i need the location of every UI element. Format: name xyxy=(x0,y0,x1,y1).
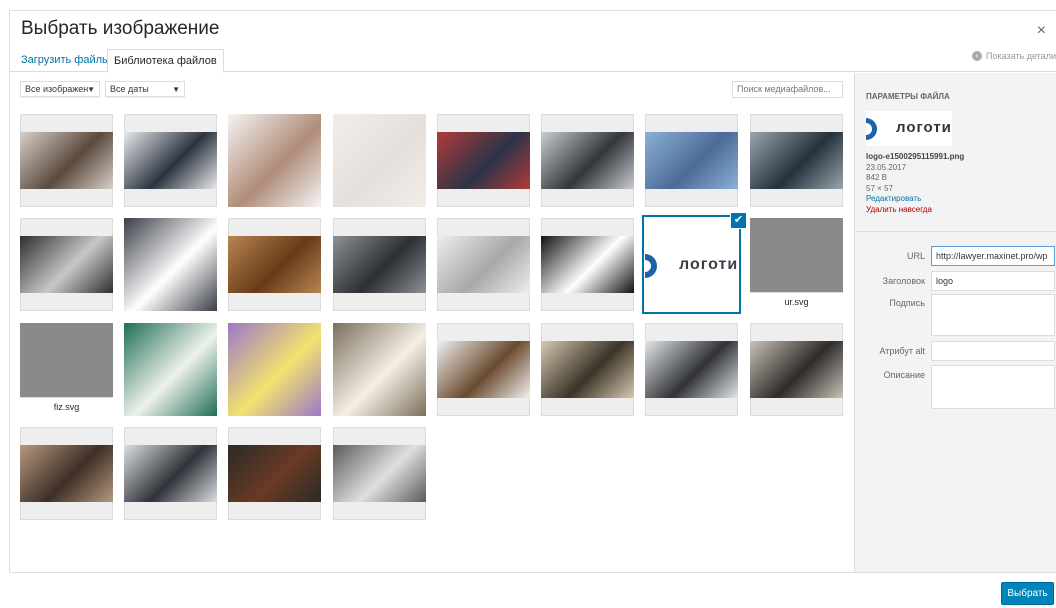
thumbnail-image xyxy=(228,445,321,502)
dimensions: 57 × 57 xyxy=(866,183,893,193)
media-thumbnail[interactable] xyxy=(20,218,113,311)
close-icon[interactable]: × xyxy=(1037,22,1046,40)
date-filter-select[interactable]: Все даты ▼ xyxy=(105,81,185,97)
checkmark-icon[interactable]: ✔ xyxy=(731,213,746,228)
media-thumbnail[interactable] xyxy=(645,323,738,416)
tab-bar: Загрузить файлы Библиотека файлов xyxy=(9,49,1056,73)
thumbnail-image xyxy=(124,323,217,416)
thumbnail-image xyxy=(20,445,113,502)
thumbnail-caption: fiz.svg xyxy=(20,397,113,416)
description-label: Описание xyxy=(883,370,925,380)
search-input[interactable]: Поиск медиафайлов... xyxy=(732,81,843,98)
media-thumbnail[interactable] xyxy=(124,427,217,520)
media-thumbnail[interactable] xyxy=(750,323,843,416)
thumbnail-image xyxy=(541,132,634,189)
media-thumbnail[interactable] xyxy=(228,323,321,416)
logo-preview: логоти xyxy=(645,254,738,278)
thumbnail-image xyxy=(333,323,426,416)
alt-label: Атрибут alt xyxy=(879,346,925,356)
thumbnail-image xyxy=(124,132,217,189)
thumbnail-image xyxy=(437,132,530,189)
thumbnail-image xyxy=(228,323,321,416)
chevron-left-icon: ‹ xyxy=(971,51,982,61)
thumbnail-image xyxy=(228,114,321,207)
file-info: logo-e1500295115991.png 23.05.2017 842 B… xyxy=(866,152,964,215)
media-thumbnail[interactable] xyxy=(333,114,426,207)
media-thumbnail[interactable] xyxy=(437,114,530,207)
thumbnail-image xyxy=(437,341,530,398)
media-thumbnail[interactable] xyxy=(124,218,217,311)
media-thumbnail[interactable] xyxy=(645,114,738,207)
caption-field[interactable] xyxy=(931,294,1055,336)
media-thumbnail[interactable] xyxy=(228,218,321,311)
show-details-label: Показать детали xyxy=(985,51,1056,61)
media-thumbnail[interactable]: логоти xyxy=(645,218,738,311)
thumbnail-image xyxy=(541,236,634,293)
thumbnail-image xyxy=(20,236,113,293)
thumbnail-image xyxy=(124,218,217,311)
media-thumbnail[interactable] xyxy=(228,114,321,207)
delete-link[interactable]: Удалить навсегда xyxy=(866,205,964,216)
file-size: 842 B xyxy=(866,173,887,182)
thumbnail-image xyxy=(541,341,634,398)
thumbnail-caption: ur.svg xyxy=(750,292,843,311)
media-thumbnail[interactable] xyxy=(333,427,426,520)
edit-link[interactable]: Редактировать xyxy=(866,194,964,205)
show-details-link[interactable]: ‹ Показать детали xyxy=(971,51,1056,61)
upload-date: 23.05.2017 xyxy=(866,162,907,172)
media-thumbnail[interactable]: ur.svg xyxy=(750,218,843,311)
media-thumbnail[interactable] xyxy=(124,114,217,207)
caption-label: Подпись xyxy=(889,298,925,308)
file-name: logo-e1500295115991.png xyxy=(866,152,965,161)
type-filter-value: Все изображен xyxy=(25,84,89,94)
media-thumbnail[interactable] xyxy=(437,323,530,416)
modal-title: Выбрать изображение xyxy=(21,18,220,39)
thumbnail-image xyxy=(750,341,843,398)
media-thumbnail[interactable] xyxy=(228,427,321,520)
select-button[interactable]: Выбрать xyxy=(1001,582,1054,605)
date-filter-value: Все даты xyxy=(110,84,149,94)
media-thumbnail[interactable] xyxy=(333,218,426,311)
logo-text: логоти xyxy=(896,119,952,136)
thumbnail-image xyxy=(20,323,113,398)
caret-down-icon: ▼ xyxy=(87,85,95,94)
description-field[interactable] xyxy=(931,365,1055,409)
media-thumbnail[interactable] xyxy=(20,427,113,520)
media-thumbnail[interactable] xyxy=(333,323,426,416)
details-heading: ПАРАМЕТРЫ ФАЙЛА xyxy=(866,92,950,101)
attachment-details: ПАРАМЕТРЫ ФАЙЛА логоти logo-e15002951159… xyxy=(854,73,1056,572)
thumbnail-image xyxy=(333,114,426,207)
thumbnail-image xyxy=(333,445,426,502)
tab-library[interactable]: Библиотека файлов xyxy=(107,49,224,73)
media-thumbnail[interactable]: fiz.svg xyxy=(20,323,113,416)
thumbnail-image xyxy=(645,132,738,189)
media-thumbnail[interactable] xyxy=(20,114,113,207)
thumbnail-image xyxy=(437,236,530,293)
url-field[interactable]: http://lawyer.maxinet.pro/wp xyxy=(931,246,1055,266)
thumbnail-image xyxy=(645,341,738,398)
title-label: Заголовок xyxy=(882,276,925,286)
modal-footer xyxy=(9,572,1056,608)
media-thumbnail[interactable] xyxy=(750,114,843,207)
thumbnail-image xyxy=(750,132,843,189)
media-thumbnail[interactable] xyxy=(437,218,530,311)
media-thumbnail[interactable] xyxy=(541,218,634,311)
thumbnail-image xyxy=(228,236,321,293)
type-filter-select[interactable]: Все изображен ▼ xyxy=(20,81,100,97)
url-label: URL xyxy=(906,251,925,261)
tab-upload[interactable]: Загрузить файлы xyxy=(15,49,116,72)
media-thumbnail[interactable] xyxy=(541,323,634,416)
details-thumbnail: логоти xyxy=(866,111,952,146)
divider xyxy=(855,231,1056,232)
title-field[interactable]: logo xyxy=(931,271,1055,291)
alt-field[interactable] xyxy=(931,341,1055,361)
thumbnail-image xyxy=(124,445,217,502)
thumbnail-image xyxy=(20,132,113,189)
thumbnail-image xyxy=(333,236,426,293)
thumbnail-image xyxy=(750,218,843,293)
media-thumbnail[interactable] xyxy=(541,114,634,207)
media-thumbnail[interactable] xyxy=(124,323,217,416)
caret-down-icon: ▼ xyxy=(172,85,180,94)
logo-preview-text: логоти xyxy=(679,256,738,273)
